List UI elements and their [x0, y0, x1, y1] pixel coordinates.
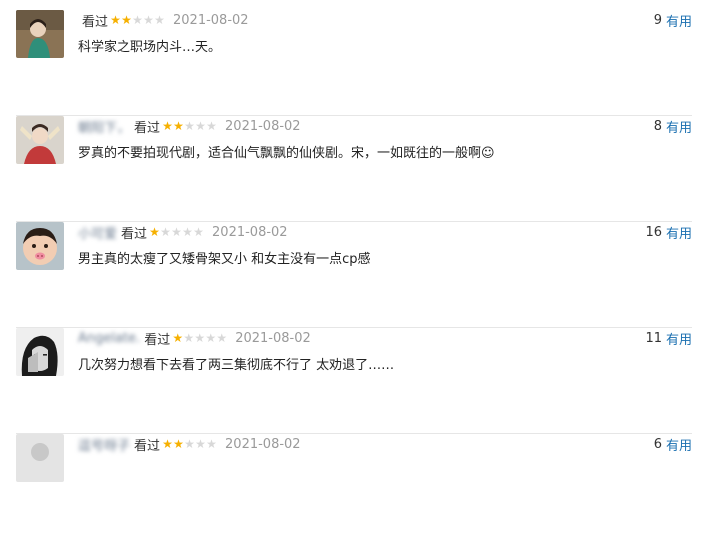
- useful-button[interactable]: 有用: [666, 435, 692, 454]
- review-item: 小可爱 看过 ★ ★ ★ ★ ★ 2021-08-02 16 有用 男主真的太瘦了又矮骨…: [16, 222, 692, 328]
- review-meta: 朝阳下， 看过 ★ ★ ★ ★ ★ 2021-08-02: [78, 116, 301, 136]
- review-date: 2021-08-02: [235, 330, 311, 346]
- rating-stars: ★ ★ ★ ★ ★: [149, 226, 204, 238]
- star-icon: ★: [132, 13, 143, 27]
- rating-stars: ★ ★ ★ ★ ★: [162, 438, 217, 450]
- star-icon: ★: [121, 13, 132, 27]
- star-icon: ★: [154, 13, 165, 27]
- star-icon: ★: [205, 331, 217, 345]
- star-icon: ★: [173, 119, 184, 133]
- rating-stars: ★ ★ ★ ★ ★: [162, 120, 217, 132]
- review-meta: 小可爱 看过 ★ ★ ★ ★ ★ 2021-08-02: [78, 222, 288, 242]
- vote-area: 6 有用: [654, 434, 692, 454]
- reviewer-name[interactable]: Angelate.: [78, 331, 140, 346]
- reviewer-name[interactable]: 朝阳下，: [78, 117, 130, 136]
- watch-status: 看过: [134, 120, 161, 136]
- useful-button[interactable]: 有用: [666, 117, 692, 136]
- star-icon: ★: [162, 119, 173, 133]
- star-icon: ★: [193, 225, 204, 239]
- avatar-image: [16, 434, 64, 482]
- star-icon: ★: [206, 119, 217, 133]
- reviewer-name[interactable]: 逗号呀子: [78, 435, 130, 454]
- avatar-image: [16, 222, 64, 270]
- star-icon: ★: [194, 331, 206, 345]
- star-icon: ★: [206, 437, 217, 451]
- vote-area: 8 有用: [654, 116, 692, 136]
- star-icon: ★: [160, 225, 171, 239]
- review-text: 科学家之职场内斗…天。: [78, 40, 222, 55]
- review-meta: Angelate. 看过 ★ ★ ★ ★ ★ 2021-08-02: [78, 328, 311, 348]
- vote-area: 11 有用: [645, 328, 692, 348]
- review-date: 2021-08-02: [225, 436, 301, 452]
- rating-stars: ★ ★ ★ ★ ★: [110, 14, 165, 26]
- rating-stars: ★ ★ ★ ★ ★: [172, 332, 227, 344]
- review-text: 男主真的太瘦了又矮骨架又小 和女主没有一点cp感: [78, 252, 371, 267]
- vote-count: 6: [653, 436, 662, 452]
- star-icon: ★: [184, 119, 195, 133]
- useful-button[interactable]: 有用: [666, 223, 692, 242]
- reviewer-name[interactable]: 小可爱: [78, 223, 117, 242]
- star-icon: ★: [184, 437, 195, 451]
- star-icon: ★: [195, 119, 206, 133]
- avatar[interactable]: [16, 116, 64, 164]
- watch-status: 看过: [121, 226, 148, 242]
- review-item: 朝阳下， 看过 ★ ★ ★ ★ ★ 2021-08-02 8 有用 罗真的不要拍现代剧，…: [16, 116, 692, 222]
- watch-status: 看过: [134, 438, 161, 454]
- review-date: 2021-08-02: [225, 118, 301, 134]
- vote-count: 11: [645, 330, 662, 346]
- avatar-image: [16, 328, 64, 376]
- review-item: 逗号呀子 看过 ★ ★ ★ ★ ★ 2021-08-02 6 有用: [16, 434, 692, 540]
- review-text: 罗真的不要拍现代剧，适合仙气飘飘的仙侠剧。宋，一如既往的一般啊☺: [78, 146, 495, 161]
- star-icon: ★: [149, 225, 160, 239]
- star-icon: ★: [143, 13, 154, 27]
- star-icon: ★: [110, 13, 121, 27]
- review-date: 2021-08-02: [212, 224, 288, 240]
- vote-count: 8: [653, 118, 662, 134]
- star-icon: ★: [216, 331, 228, 345]
- star-icon: ★: [195, 437, 206, 451]
- star-icon: ★: [172, 331, 184, 345]
- avatar[interactable]: [16, 10, 64, 58]
- vote-area: 9 有用: [654, 10, 692, 30]
- useful-button[interactable]: 有用: [666, 11, 692, 30]
- avatar-image: [16, 116, 64, 164]
- avatar[interactable]: [16, 328, 64, 376]
- review-item: 看过 ★ ★ ★ ★ ★ 2021-08-02 9 有用 科学家之职场内斗…天。: [16, 10, 692, 116]
- useful-button[interactable]: 有用: [666, 329, 692, 348]
- star-icon: ★: [173, 437, 184, 451]
- avatar[interactable]: [16, 434, 64, 482]
- review-item: Angelate. 看过 ★ ★ ★ ★ ★ 2021-08-02 11 有用 几次努力…: [16, 328, 692, 434]
- star-icon: ★: [171, 225, 182, 239]
- vote-count: 16: [645, 224, 662, 240]
- avatar-image: [16, 10, 64, 58]
- vote-area: 16 有用: [645, 222, 692, 242]
- watch-status: 看过: [144, 332, 171, 348]
- star-icon: ★: [162, 437, 173, 451]
- review-meta: 看过 ★ ★ ★ ★ ★ 2021-08-02: [78, 10, 249, 30]
- review-meta: 逗号呀子 看过 ★ ★ ★ ★ ★ 2021-08-02: [78, 434, 301, 454]
- star-icon: ★: [182, 225, 193, 239]
- review-date: 2021-08-02: [173, 12, 249, 28]
- vote-count: 9: [653, 12, 662, 28]
- star-icon: ★: [183, 331, 195, 345]
- avatar[interactable]: [16, 222, 64, 270]
- watch-status: 看过: [82, 14, 109, 30]
- review-text: 几次努力想看下去看了两三集彻底不行了 太劝退了……: [78, 358, 395, 373]
